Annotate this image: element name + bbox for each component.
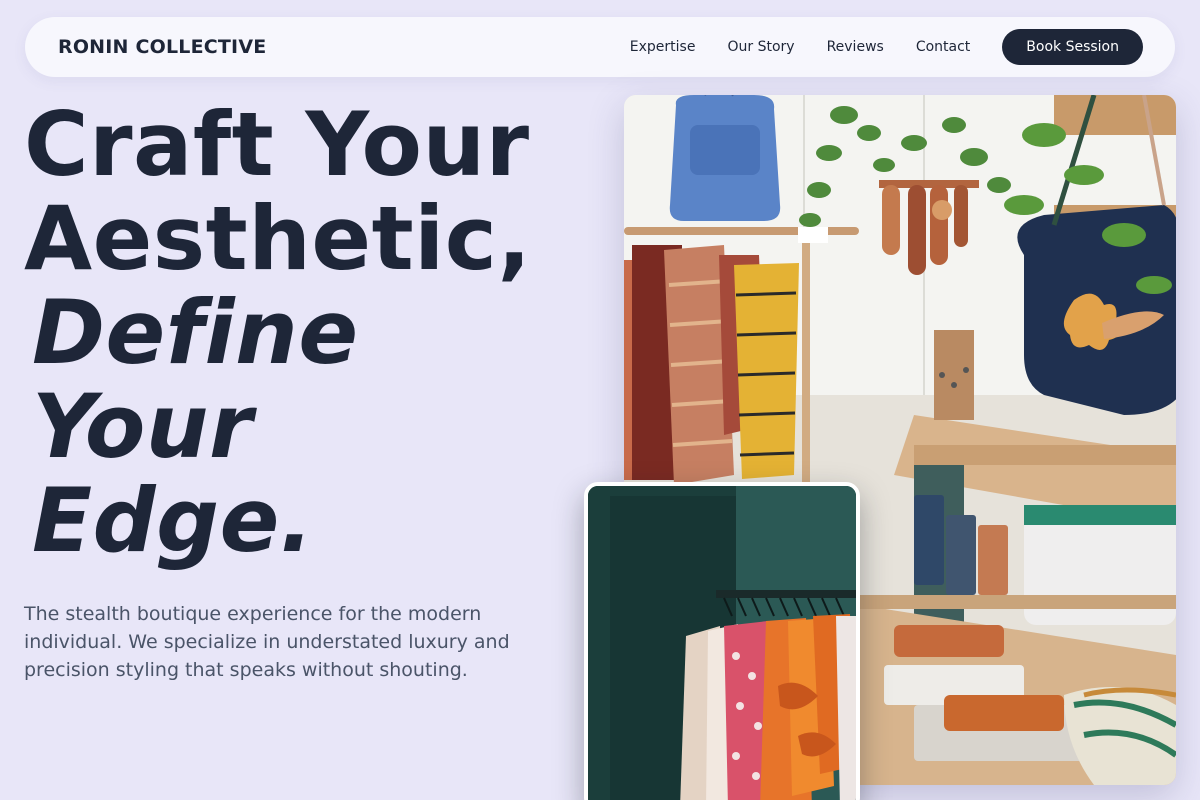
book-session-button[interactable]: Book Session [1002, 29, 1143, 65]
headline-line-2: Aesthetic, [24, 187, 532, 290]
nav-link-contact[interactable]: Contact [916, 39, 970, 55]
nav-link-our-story[interactable]: Our Story [727, 39, 794, 55]
brand-logo[interactable]: RONIN COLLECTIVE [58, 36, 266, 58]
clothing-rack-illustration [588, 486, 856, 800]
clothing-rack-photo [584, 482, 860, 800]
nav-link-reviews[interactable]: Reviews [827, 39, 884, 55]
hero-headline: Craft Your Aesthetic, Define Your Edge. [24, 98, 604, 568]
headline-line-1: Craft Your [24, 93, 530, 196]
hero-description: The stealth boutique experience for the … [24, 603, 510, 681]
headline-line-3: Define [32, 281, 359, 384]
top-navigation: RONIN COLLECTIVE Expertise Our Story Rev… [25, 17, 1175, 77]
headline-line-5: Edge. [32, 469, 314, 572]
nav-links: Expertise Our Story Reviews Contact Book… [630, 29, 1143, 65]
headline-line-4: Your [32, 375, 253, 478]
nav-link-expertise[interactable]: Expertise [630, 39, 696, 55]
